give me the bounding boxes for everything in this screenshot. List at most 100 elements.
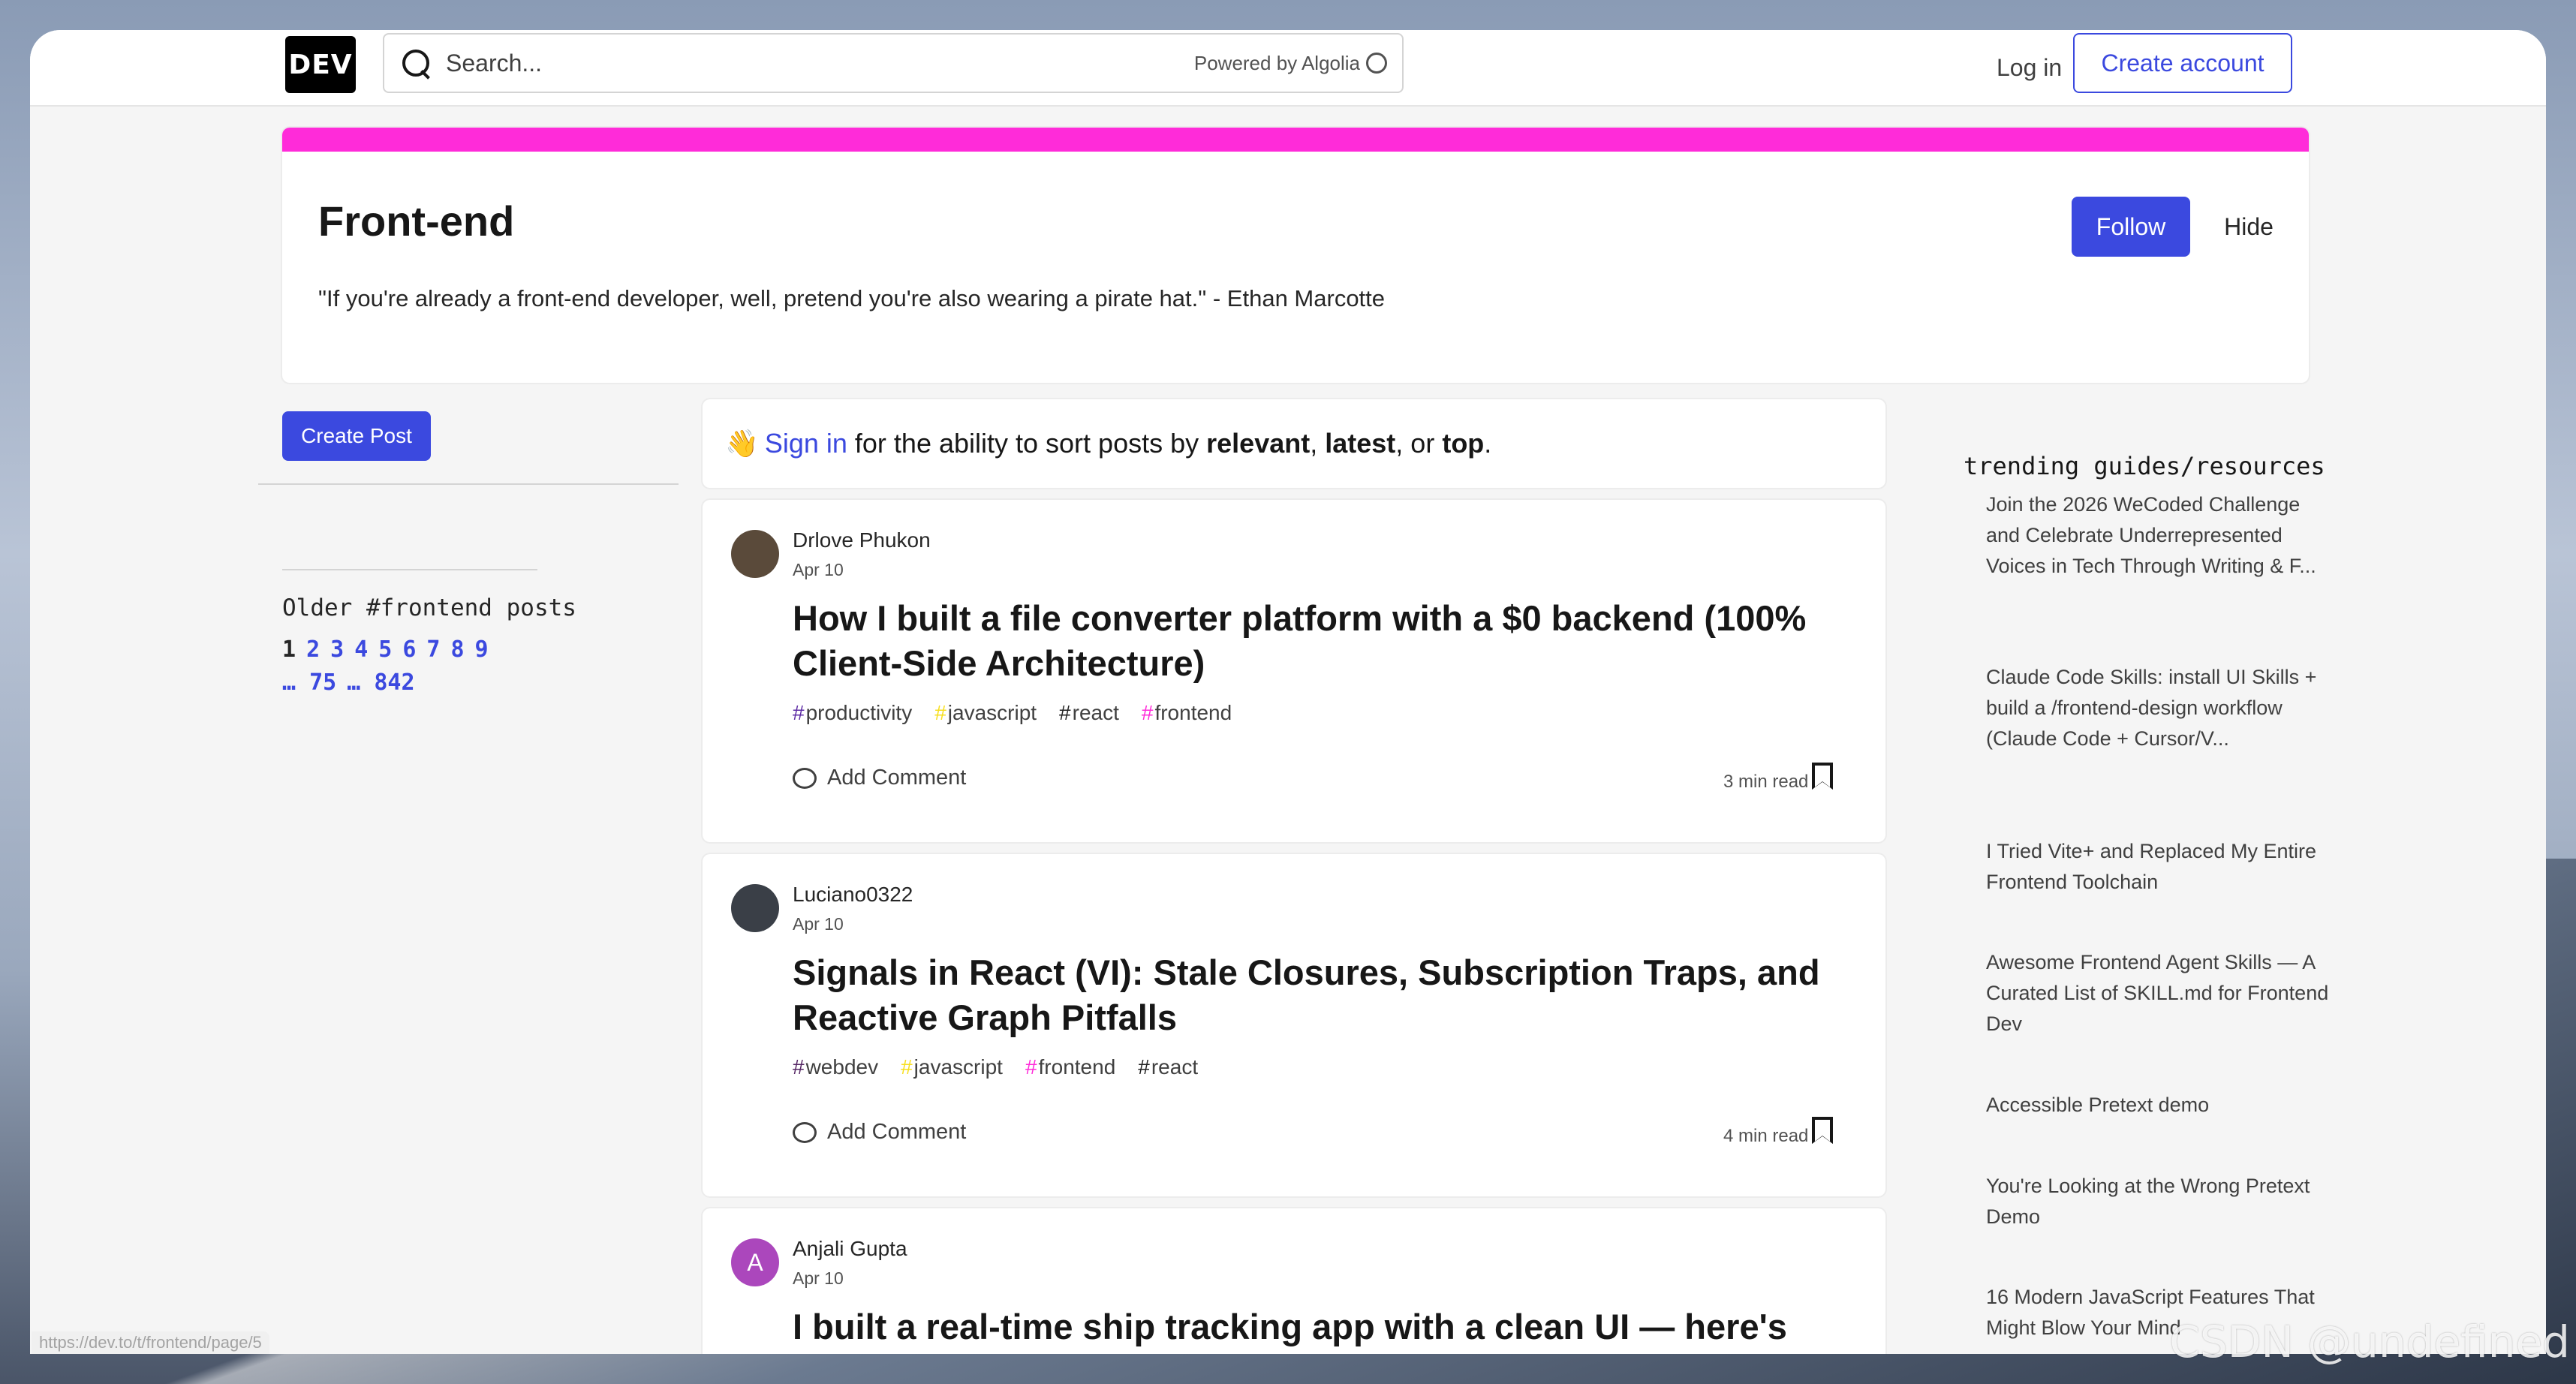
trending-title: trending guides/resources [1964, 452, 2325, 480]
read-time: 4 min read [1723, 1126, 1809, 1146]
post-tags: #webdev #javascript #frontend #react [793, 1055, 1198, 1079]
separator: , [1310, 428, 1318, 459]
browser-window: DEV Search... Powered by Algolia Log in … [30, 30, 2546, 1354]
tag-link[interactable]: #react [1059, 701, 1119, 725]
tag-link[interactable]: #frontend [1025, 1055, 1115, 1079]
page-link[interactable]: 4 [354, 636, 368, 663]
hide-button[interactable]: Hide [2211, 197, 2286, 257]
sidebar-divider [258, 483, 679, 485]
wave-icon: 👋 [725, 428, 759, 459]
pagination: 123456789 … 75 … 842 [282, 633, 612, 700]
dev-logo[interactable]: DEV [285, 36, 356, 93]
login-button[interactable]: Log in [1982, 47, 2077, 89]
tag-hash: # [793, 701, 805, 724]
read-time: 3 min read [1723, 772, 1809, 792]
page-link[interactable]: … 842 [347, 669, 414, 696]
page-link-current: 1 [282, 636, 296, 663]
sort-latest: latest [1325, 428, 1396, 459]
add-comment-button[interactable]: Add Comment [793, 766, 966, 790]
search-bar[interactable]: Search... Powered by Algolia [383, 33, 1404, 93]
post-title[interactable]: Signals in React (VI): Stale Closures, S… [793, 950, 1843, 1040]
comment-icon [793, 1121, 817, 1143]
post-date: Apr 10 [793, 560, 844, 579]
follow-button[interactable]: Follow [2072, 197, 2190, 257]
create-account-button[interactable]: Create account [2073, 33, 2292, 93]
comment-icon [793, 767, 817, 789]
post-date: Apr 10 [793, 914, 844, 934]
algolia-label: Powered by Algolia [1193, 51, 1360, 74]
tag-name: productivity [805, 701, 913, 724]
author-name[interactable]: Luciano0322 [793, 883, 913, 907]
separator: , or [1395, 428, 1435, 459]
page-link[interactable]: … 75 [282, 669, 336, 696]
add-comment-label: Add Comment [827, 766, 967, 790]
post-card[interactable]: Drlove Phukon Apr 10 How I built a file … [703, 500, 1885, 842]
tag-quote: "If you're already a front-end developer… [318, 285, 1386, 311]
tag-name: frontend [1154, 701, 1232, 724]
tag-link[interactable]: #javascript [934, 701, 1037, 725]
page-link[interactable]: 3 [330, 636, 344, 663]
post-title[interactable]: How I built a file converter platform wi… [793, 596, 1843, 686]
page-link[interactable]: 8 [450, 636, 464, 663]
tag-header-card: Front-end "If you're already a front-end… [282, 128, 2309, 383]
sort-top: top [1442, 428, 1485, 459]
page-link[interactable]: 2 [306, 636, 320, 663]
tag-link[interactable]: #webdev [793, 1055, 878, 1079]
search-input[interactable]: Search... [446, 50, 1194, 77]
post-tags: #productivity #javascript #react #fronte… [793, 701, 1232, 725]
add-comment-label: Add Comment [827, 1120, 967, 1144]
bookmark-icon[interactable] [1812, 1117, 1833, 1144]
tag-link[interactable]: #productivity [793, 701, 912, 725]
separator: . [1484, 428, 1492, 459]
tag-title: Front-end [318, 197, 515, 245]
tag-link[interactable]: #frontend [1142, 701, 1232, 725]
page-link[interactable]: 6 [402, 636, 416, 663]
tag-name: javascript [913, 1055, 1003, 1079]
tag-hash: # [1138, 1055, 1150, 1079]
status-bar-url: https://dev.to/t/frontend/page/5 [32, 1331, 269, 1354]
create-post-button[interactable]: Create Post [282, 411, 431, 461]
bookmark-icon[interactable] [1812, 763, 1833, 790]
trending-item[interactable]: Join the 2026 WeCoded Challenge and Cele… [1986, 489, 2331, 582]
post-date: Apr 10 [793, 1268, 844, 1288]
trending-item[interactable]: Awesome Frontend Agent Skills — A Curate… [1986, 947, 2331, 1040]
trending-item[interactable]: I Tried Vite+ and Replaced My Entire Fro… [1986, 836, 2331, 898]
sidebar-divider [282, 569, 537, 570]
older-posts-title: Older #frontend posts [282, 594, 576, 621]
signin-prompt: 👋 Sign in for the ability to sort posts … [703, 399, 1885, 488]
author-name[interactable]: Anjali Gupta [793, 1237, 907, 1261]
page-link[interactable]: 7 [426, 636, 440, 663]
tag-link[interactable]: #javascript [901, 1055, 1003, 1079]
watermark: CSDN @undefined [2169, 1316, 2570, 1367]
author-name[interactable]: Drlove Phukon [793, 528, 931, 552]
tag-hash: # [1025, 1055, 1037, 1079]
signin-text: for the ability to sort posts by [854, 428, 1199, 459]
post-title[interactable]: I built a real-time ship tracking app wi… [793, 1304, 1843, 1349]
trending-item[interactable]: You're Looking at the Wrong Pretext Demo [1986, 1171, 2331, 1232]
trending-item[interactable]: Accessible Pretext demo [1986, 1090, 2331, 1121]
add-comment-button[interactable]: Add Comment [793, 1120, 966, 1145]
tag-link[interactable]: #react [1138, 1055, 1198, 1079]
algolia-credit[interactable]: Powered by Algolia [1194, 52, 1387, 75]
page-link[interactable]: 5 [378, 636, 392, 663]
post-card[interactable]: Luciano0322 Apr 10 Signals in React (VI)… [703, 854, 1885, 1196]
tag-name: react [1151, 1055, 1199, 1079]
tag-name: react [1072, 701, 1119, 724]
trending-item[interactable]: Claude Code Skills: install UI Skills + … [1986, 662, 2331, 754]
tag-accent-strip [282, 128, 2309, 152]
tag-hash: # [1141, 701, 1154, 724]
signin-link[interactable]: Sign in [765, 428, 847, 459]
page-link[interactable]: 9 [475, 636, 489, 663]
top-navbar: DEV Search... Powered by Algolia Log in … [30, 30, 2546, 107]
tag-hash: # [793, 1055, 805, 1079]
algolia-icon [1366, 53, 1387, 74]
tag-name: webdev [805, 1055, 879, 1079]
post-card[interactable]: A Anjali Gupta Apr 10 I built a real-tim… [703, 1208, 1885, 1354]
search-icon [399, 47, 432, 80]
tag-hash: # [934, 701, 946, 724]
tag-name: javascript [947, 701, 1037, 724]
author-avatar[interactable] [731, 530, 779, 578]
author-avatar[interactable]: A [731, 1238, 779, 1286]
author-avatar[interactable] [731, 884, 779, 932]
tag-hash: # [901, 1055, 913, 1079]
